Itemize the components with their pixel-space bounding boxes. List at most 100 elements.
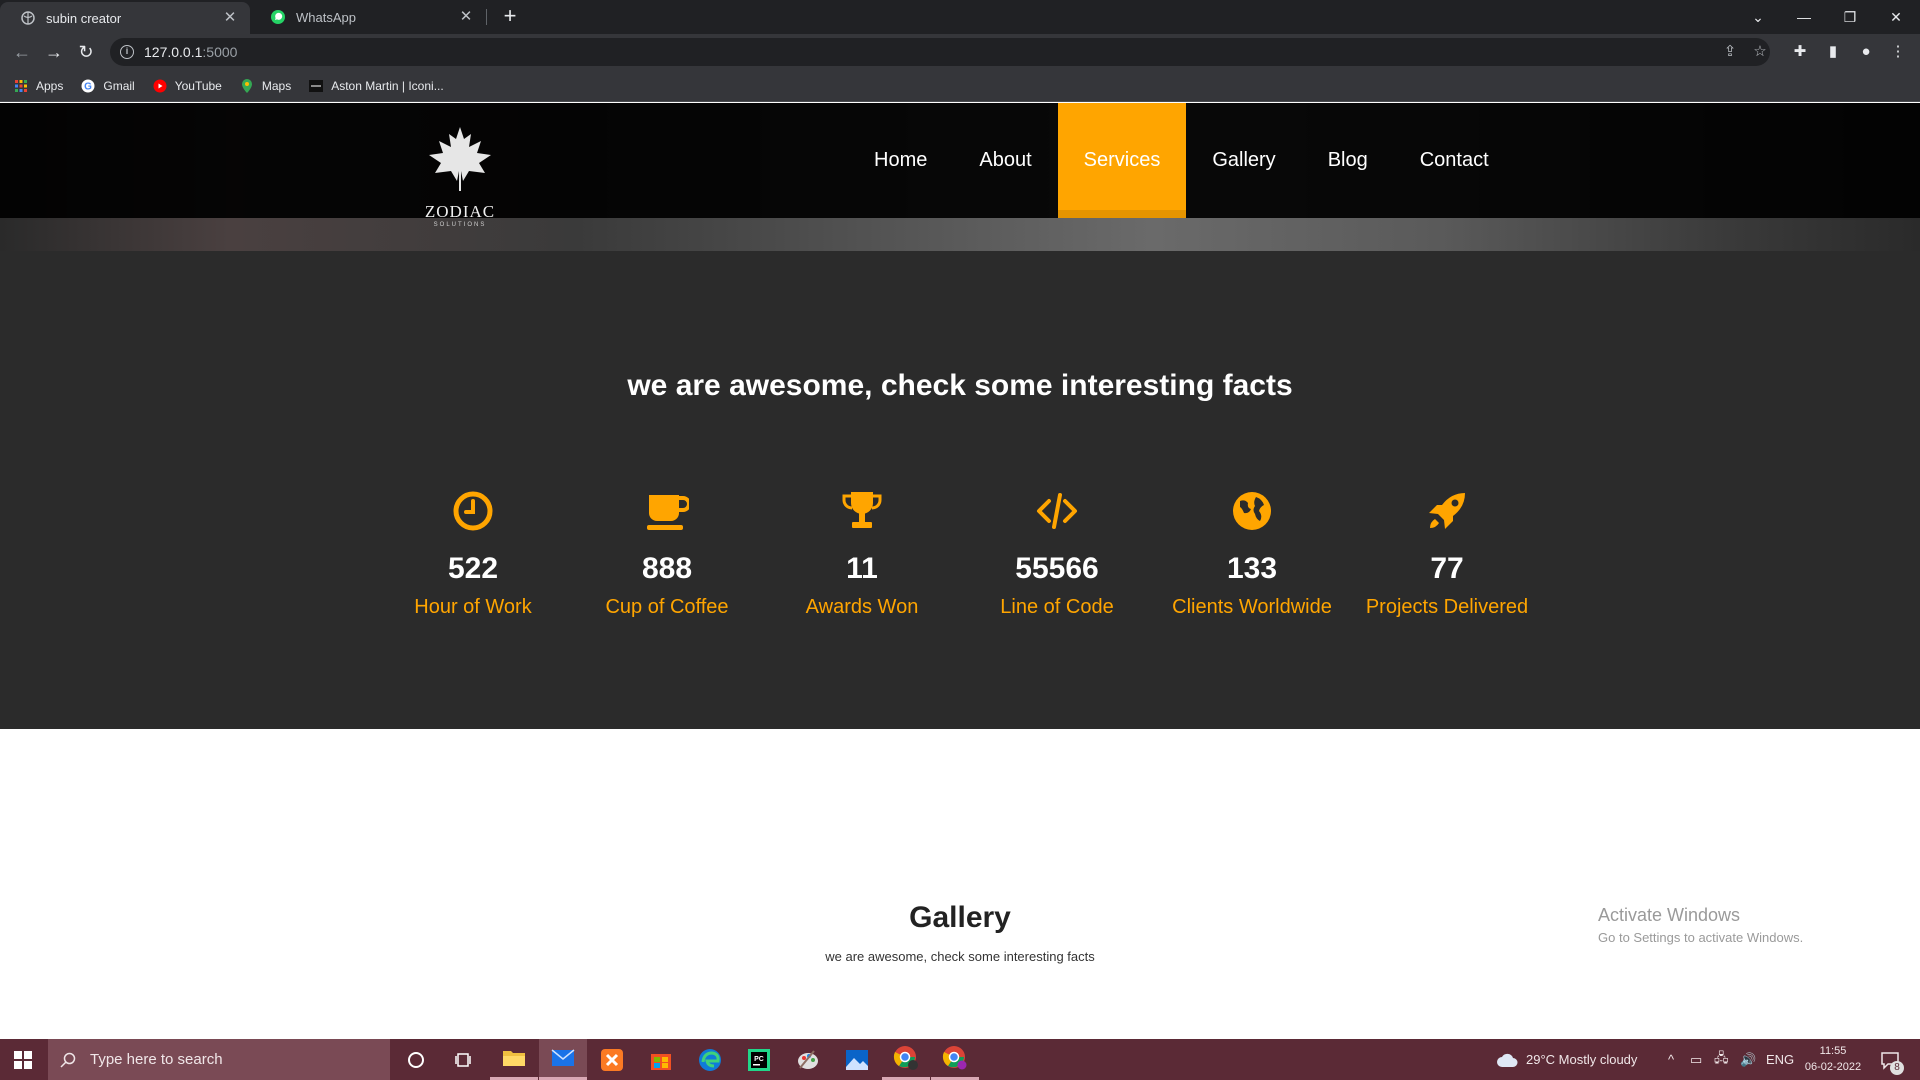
fact-label: Projects Delivered <box>1365 596 1529 618</box>
file-explorer-app[interactable] <box>490 1039 538 1080</box>
xampp-app[interactable] <box>588 1039 636 1080</box>
tab-subin-creator[interactable]: subin creator ✕ <box>0 2 250 34</box>
code-icon <box>1037 493 1077 529</box>
site-logo[interactable]: ZODIAC SOLUTIONS <box>420 125 500 235</box>
fact-value: 11 <box>846 552 878 585</box>
bookmark-maps[interactable]: Maps <box>240 78 292 93</box>
bookmark-gmail[interactable]: G Gmail <box>81 78 135 93</box>
close-window-button[interactable]: ✕ <box>1873 0 1919 34</box>
start-button[interactable] <box>0 1039 46 1080</box>
nav-home[interactable]: Home <box>848 103 953 218</box>
weather-widget[interactable]: 29°C Mostly cloudy <box>1496 1039 1637 1080</box>
bookmark-youtube[interactable]: YouTube <box>153 79 222 93</box>
bookmark-star-icon[interactable]: ☆ <box>1750 42 1770 62</box>
cortana-button[interactable] <box>392 1039 440 1080</box>
site-info-icon[interactable]: i <box>120 45 134 59</box>
tab-title: WhatsApp <box>296 9 356 25</box>
tab-divider <box>486 9 487 25</box>
edge-icon <box>699 1048 721 1071</box>
minimize-button[interactable]: — <box>1781 0 1827 34</box>
chrome-app[interactable] <box>931 1039 979 1080</box>
pycharm-app[interactable]: PC <box>735 1039 783 1080</box>
facts-heading: we are awesome, check some interesting f… <box>627 369 1293 402</box>
notification-center-button[interactable]: 8 <box>1880 1039 1904 1080</box>
nav-about[interactable]: About <box>953 103 1057 218</box>
bookmark-label: Maps <box>261 78 292 93</box>
fact-value: 522 <box>447 552 499 585</box>
youtube-icon <box>153 79 167 93</box>
nav-gallery[interactable]: Gallery <box>1186 103 1301 218</box>
browser-tab-strip: subin creator ✕ WhatsApp ✕ + ⌄ — ❐ ✕ <box>0 0 1920 34</box>
address-bar[interactable]: i 127.0.0.1:5000 ⇪ ☆ <box>110 38 1770 66</box>
nav-contact[interactable]: Contact <box>1394 103 1515 218</box>
profile-avatar-icon[interactable]: ● <box>1856 42 1876 62</box>
logo-tagline: SOLUTIONS <box>433 222 487 228</box>
fact-hours: 522 Hour of Work <box>378 489 568 619</box>
network-icon[interactable]: 🖧 <box>1714 1039 1729 1080</box>
search-placeholder: Type here to search <box>90 1051 223 1068</box>
bookmark-apps[interactable]: Apps <box>14 79 63 93</box>
trophy-icon <box>842 492 882 528</box>
fact-label: Cup of Coffee <box>605 596 729 618</box>
xampp-icon <box>601 1048 623 1071</box>
clock-time: 11:55 <box>1819 1045 1847 1057</box>
fact-clients: 133 Clients Worldwide <box>1157 489 1347 619</box>
svg-text:PC: PC <box>754 1056 764 1063</box>
close-tab-icon[interactable]: ✕ <box>458 9 474 25</box>
volume-icon[interactable]: 🔊 <box>1740 1039 1756 1080</box>
show-hidden-icons-button[interactable]: ^ <box>1668 1039 1674 1080</box>
browser-menu-icon[interactable]: ⋮ <box>1888 42 1908 62</box>
close-tab-icon[interactable]: ✕ <box>222 10 238 26</box>
task-view-icon <box>455 1052 471 1067</box>
gallery-section: Gallery we are awesome, check some inter… <box>0 729 1920 1039</box>
restore-button[interactable]: ❐ <box>1827 0 1873 34</box>
aston-martin-favicon-icon <box>309 79 324 93</box>
task-view-button[interactable] <box>440 1039 488 1080</box>
meet-now-icon[interactable]: ▭ <box>1690 1039 1702 1080</box>
microsoft-store-app[interactable] <box>637 1039 685 1080</box>
bookmark-label: Gmail <box>103 78 135 93</box>
forward-arrow-icon[interactable]: → <box>42 40 66 64</box>
notification-count-badge: 8 <box>1890 1061 1904 1075</box>
language-indicator[interactable]: ENG <box>1766 1039 1794 1080</box>
paint-app[interactable] <box>784 1039 832 1080</box>
watermark-subtitle: Go to Settings to activate Windows. <box>1598 930 1804 945</box>
tab-search-chevron-icon[interactable]: ⌄ <box>1735 0 1781 34</box>
paint-palette-icon <box>798 1049 818 1069</box>
back-arrow-icon[interactable]: ← <box>10 40 34 64</box>
bookmark-label: Aston Martin | Iconi... <box>331 78 444 93</box>
nav-blog[interactable]: Blog <box>1302 103 1394 218</box>
svg-text:G: G <box>84 81 92 92</box>
activate-windows-watermark: Activate Windows Go to Settings to activ… <box>1598 905 1803 945</box>
fact-awards: 11 Awards Won <box>767 489 957 619</box>
side-panel-icon[interactable]: ▮ <box>1823 42 1843 62</box>
bookmark-aston-martin[interactable]: Aston Martin | Iconi... <box>309 79 444 93</box>
fact-label: Hour of Work <box>414 596 532 618</box>
fact-value: 77 <box>1430 552 1464 585</box>
main-menu: Home About Services Gallery Blog Contact <box>848 103 1515 218</box>
bookmark-label: YouTube <box>174 78 222 93</box>
tab-whatsapp[interactable]: WhatsApp ✕ <box>250 0 486 34</box>
taskbar-search-input[interactable]: Type here to search <box>48 1039 390 1080</box>
mail-app[interactable] <box>539 1039 587 1080</box>
tab-title: subin creator <box>46 10 122 26</box>
windows-logo-icon <box>14 1050 32 1069</box>
new-tab-button[interactable]: + <box>498 5 522 29</box>
extensions-puzzle-icon[interactable]: ✚ <box>1790 42 1810 62</box>
browser-toolbar: ← → ↻ i 127.0.0.1:5000 ⇪ ☆ ✚ ▮ ● ⋮ <box>0 34 1920 70</box>
fact-value: 133 <box>1226 552 1278 585</box>
nav-services[interactable]: Services <box>1057 103 1187 218</box>
photos-app[interactable] <box>833 1039 881 1080</box>
clock-icon <box>453 491 493 531</box>
facts-section: we are awesome, check some interesting f… <box>0 251 1920 729</box>
url-text: 127.0.0.1:5000 <box>144 44 238 60</box>
bookmarks-bar: Apps G Gmail YouTube Maps Aston Martin |… <box>0 70 1920 102</box>
taskbar-clock[interactable]: 11:55 06-02-2022 <box>1798 1043 1868 1075</box>
share-icon[interactable]: ⇪ <box>1720 42 1740 62</box>
edge-app[interactable] <box>686 1039 734 1080</box>
windows-taskbar: Type here to search PC 29°C Mostly cloud… <box>0 1039 1920 1080</box>
fact-label: Clients Worldwide <box>1172 596 1332 618</box>
reload-icon[interactable]: ↻ <box>74 40 98 64</box>
clock-date: 06-02-2022 <box>1804 1061 1862 1073</box>
chrome-profile-app[interactable] <box>882 1039 930 1080</box>
